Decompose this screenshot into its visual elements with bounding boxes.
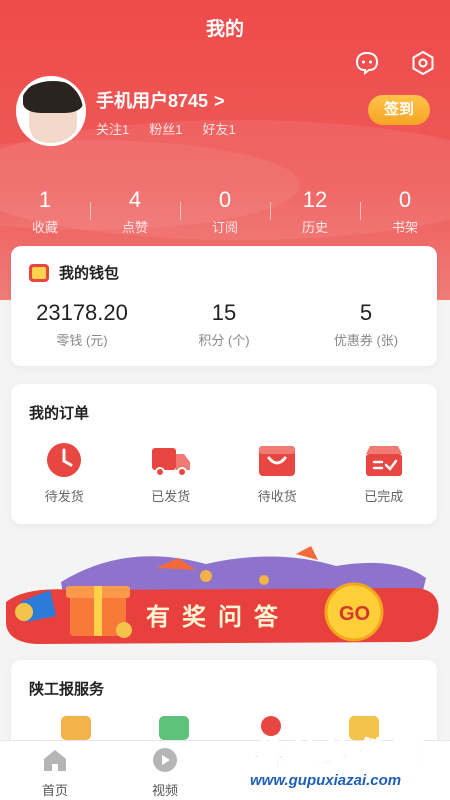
username[interactable]: 手机用户8745 > xyxy=(96,87,225,113)
order-completed[interactable]: 已完成 xyxy=(331,440,438,505)
home-icon xyxy=(44,750,66,771)
avatar[interactable] xyxy=(16,76,86,146)
follow-count[interactable]: 关注1 xyxy=(96,119,129,138)
order-row: 待发货 已发货 待收货 已完成 xyxy=(11,440,437,505)
chevron-right-icon: > xyxy=(214,91,225,111)
service-title: 陕工报服务 xyxy=(29,681,105,698)
service-icon[interactable] xyxy=(61,716,91,740)
wallet-card[interactable]: 我的钱包 23178.20 零钱 (元) 15 积分 (个) 5 优惠券 (张) xyxy=(11,246,437,366)
quiz-banner[interactable]: GO 有奖问答 xyxy=(6,542,444,654)
wallet-title: 我的钱包 xyxy=(59,265,120,282)
order-shipped[interactable]: 已发货 xyxy=(118,440,225,505)
orders-card: 我的订单 待发货 已发货 待收货 已完成 xyxy=(11,384,437,524)
tab-home[interactable]: 首页 xyxy=(0,741,110,800)
clock-icon xyxy=(47,443,82,477)
stat-likes[interactable]: 4 点赞 xyxy=(90,186,180,242)
wallet-icon xyxy=(29,263,49,282)
watermark: 谷普软件园 www.gupuxiazai.com xyxy=(246,728,446,794)
watermark-url: www.gupuxiazai.com xyxy=(250,772,402,789)
wallet-points[interactable]: 15 积分 (个) xyxy=(153,300,295,349)
box-check-icon xyxy=(365,446,402,476)
service-icon[interactable] xyxy=(159,716,189,740)
wallet-balance[interactable]: 23178.20 零钱 (元) xyxy=(11,300,153,349)
fans-count[interactable]: 粉丝1 xyxy=(149,119,182,138)
follow-row: 关注1 粉丝1 好友1 xyxy=(96,119,236,138)
play-icon xyxy=(153,748,177,772)
order-pending-receive[interactable]: 待收货 xyxy=(224,440,331,505)
wallet-header: 我的钱包 xyxy=(29,262,119,283)
settings-icon[interactable] xyxy=(410,50,436,76)
watermark-text: 谷普软件园 xyxy=(251,736,427,776)
friends-count[interactable]: 好友1 xyxy=(202,119,235,138)
wallet-values: 23178.20 零钱 (元) 15 积分 (个) 5 优惠券 (张) xyxy=(11,300,437,349)
stats-row: 1 收藏 4 点赞 0 订阅 12 历史 0 书架 xyxy=(0,186,450,242)
orders-title: 我的订单 xyxy=(29,405,90,422)
tab-video[interactable]: 视频 xyxy=(110,741,220,800)
signin-button[interactable]: 签到 xyxy=(368,95,430,125)
go-label: GO xyxy=(339,603,370,625)
stat-subscriptions[interactable]: 0 订阅 xyxy=(180,186,270,242)
stat-favorites[interactable]: 1 收藏 xyxy=(0,186,90,242)
page-title: 我的 xyxy=(205,19,244,40)
order-pending-ship[interactable]: 待发货 xyxy=(11,440,118,505)
bag-icon xyxy=(259,446,296,476)
wallet-coupons[interactable]: 5 优惠券 (张) xyxy=(295,300,437,349)
stat-history[interactable]: 12 历史 xyxy=(270,186,360,242)
message-icon[interactable] xyxy=(354,50,380,76)
username-text: 手机用户8745 xyxy=(96,91,209,111)
truck-icon xyxy=(151,448,190,477)
stat-bookshelf[interactable]: 0 书架 xyxy=(360,186,450,242)
banner-text: 有奖问答 xyxy=(146,604,290,631)
